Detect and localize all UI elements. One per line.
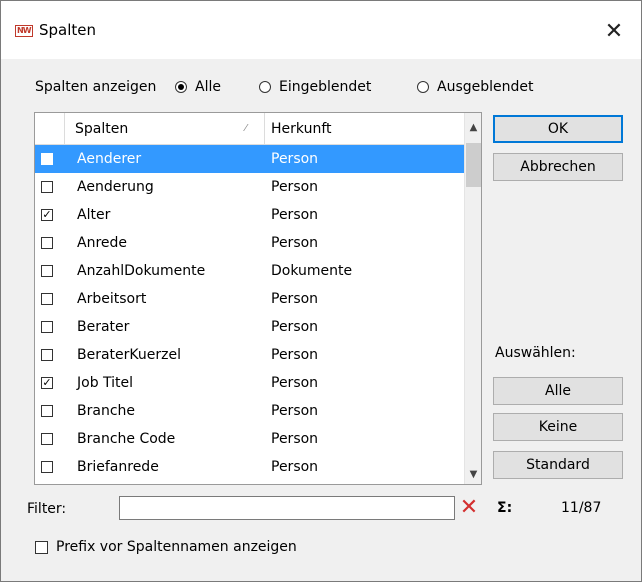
selected-count: 11/87 (561, 500, 602, 516)
cancel-button[interactable]: Abbrechen (493, 153, 623, 181)
row-checkbox[interactable]: ✓ (41, 377, 53, 389)
standard-button[interactable]: Standard (493, 451, 623, 479)
sigma-label: Σ: (497, 500, 513, 516)
columns-grid: Spalten ⁄ Herkunft Aenderer Person Aenderu… (34, 112, 482, 485)
close-icon[interactable]: ✕ (597, 15, 631, 47)
select-none-button[interactable]: Keine (493, 413, 623, 441)
row-checkbox[interactable] (41, 237, 53, 249)
window-title: Spalten (39, 21, 97, 39)
scroll-thumb[interactable] (466, 143, 481, 187)
table-row[interactable]: AnzahlDokumente Dokumente (35, 257, 464, 285)
row-checkbox[interactable]: ✓ (41, 209, 53, 221)
cell-source: Person (271, 179, 319, 195)
cell-source: Person (271, 151, 319, 167)
cell-column-name: Branche Code (77, 431, 176, 447)
table-row[interactable]: Berater Person (35, 313, 464, 341)
cell-column-name: Alter (77, 207, 111, 223)
cell-source: Person (271, 375, 319, 391)
cell-column-name: AnzahlDokumente (77, 263, 206, 279)
app-icon-text: NW (17, 26, 31, 35)
cell-source: Person (271, 403, 319, 419)
cell-column-name: Branche (77, 403, 135, 419)
ok-button[interactable]: OK (493, 115, 623, 143)
cell-column-name: Job Titel (77, 375, 134, 391)
row-checkbox[interactable] (41, 265, 53, 277)
table-row[interactable]: Aenderer Person (35, 145, 464, 173)
vertical-scrollbar[interactable]: ▲ ▼ (464, 113, 481, 484)
header-herkunft-label: Herkunft (271, 121, 332, 137)
header-herkunft[interactable]: Herkunft (265, 113, 464, 145)
cell-source: Person (271, 431, 319, 447)
table-row[interactable]: ✓ Job Titel Person (35, 369, 464, 397)
standard-label: Standard (526, 457, 590, 473)
prefix-checkbox[interactable]: Prefix vor Spaltennamen anzeigen (35, 539, 297, 555)
filter-label: Filter: (27, 501, 67, 517)
radio-hidden-label: Ausgeblendet (437, 79, 534, 95)
cell-source: Person (271, 347, 319, 363)
grid-rows: Aenderer Person Aenderung Person ✓ Alter Perso… (35, 145, 464, 481)
title-bar: NW Spalten ✕ (1, 1, 641, 59)
header-checkbox-column[interactable] (35, 113, 65, 145)
select-all-button[interactable]: Alle (493, 377, 623, 405)
radio-dot-icon (417, 81, 429, 93)
app-icon: NW (15, 25, 33, 37)
prefix-label: Prefix vor Spaltennamen anzeigen (56, 539, 297, 555)
checkbox-icon (35, 540, 48, 554)
table-row[interactable]: BeraterKuerzel Person (35, 341, 464, 369)
filter-input[interactable] (119, 496, 455, 520)
table-row[interactable]: Anrede Person (35, 229, 464, 257)
table-row[interactable]: Arbeitsort Person (35, 285, 464, 313)
cell-source: Person (271, 291, 319, 307)
radio-shown-label: Eingeblendet (279, 79, 372, 95)
cell-column-name: Berater (77, 319, 130, 335)
sort-indicator-icon: ⁄ (245, 123, 247, 134)
cell-column-name: Briefanrede (77, 459, 159, 475)
scroll-up-icon[interactable]: ▲ (465, 119, 481, 137)
radio-dot-icon (175, 81, 187, 93)
radio-all-label: Alle (195, 79, 221, 95)
table-row[interactable]: Branche Person (35, 397, 464, 425)
table-row[interactable]: Aenderung Person (35, 173, 464, 201)
cell-column-name: Anrede (77, 235, 128, 251)
row-checkbox[interactable] (41, 153, 53, 165)
radio-dot-icon (259, 81, 271, 93)
cell-column-name: BeraterKuerzel (77, 347, 181, 363)
radio-all[interactable]: Alle (175, 79, 221, 95)
table-row[interactable]: Briefanrede Person (35, 453, 464, 481)
row-checkbox[interactable] (41, 349, 53, 361)
row-checkbox[interactable] (41, 293, 53, 305)
cell-source: Dokumente (271, 263, 353, 279)
row-checkbox[interactable] (41, 321, 53, 333)
select-label: Auswählen: (495, 345, 576, 361)
cell-column-name: Aenderer (77, 151, 142, 167)
header-spalten-label: Spalten (75, 121, 129, 137)
table-row[interactable]: Branche Code Person (35, 425, 464, 453)
row-checkbox[interactable] (41, 405, 53, 417)
row-checkbox[interactable] (41, 181, 53, 193)
scroll-down-icon[interactable]: ▼ (465, 466, 481, 484)
grid-header: Spalten ⁄ Herkunft (35, 113, 464, 145)
clear-filter-icon[interactable]: ✕ (457, 495, 481, 521)
cell-source: Person (271, 319, 319, 335)
select-all-label: Alle (545, 383, 571, 399)
radio-hidden[interactable]: Ausgeblendet (417, 79, 534, 95)
cell-source: Person (271, 235, 319, 251)
table-row[interactable]: ✓ Alter Person (35, 201, 464, 229)
show-columns-label: Spalten anzeigen (35, 79, 157, 95)
dialog-window: NW Spalten ✕ Spalten anzeigen Alle Einge… (0, 0, 642, 582)
select-none-label: Keine (538, 419, 578, 435)
row-checkbox[interactable] (41, 433, 53, 445)
cell-column-name: Arbeitsort (77, 291, 147, 307)
row-checkbox[interactable] (41, 461, 53, 473)
header-spalten[interactable]: Spalten ⁄ (65, 113, 265, 145)
radio-shown[interactable]: Eingeblendet (259, 79, 371, 95)
cell-column-name: Aenderung (77, 179, 154, 195)
cell-source: Person (271, 207, 319, 223)
cell-source: Person (271, 459, 319, 475)
